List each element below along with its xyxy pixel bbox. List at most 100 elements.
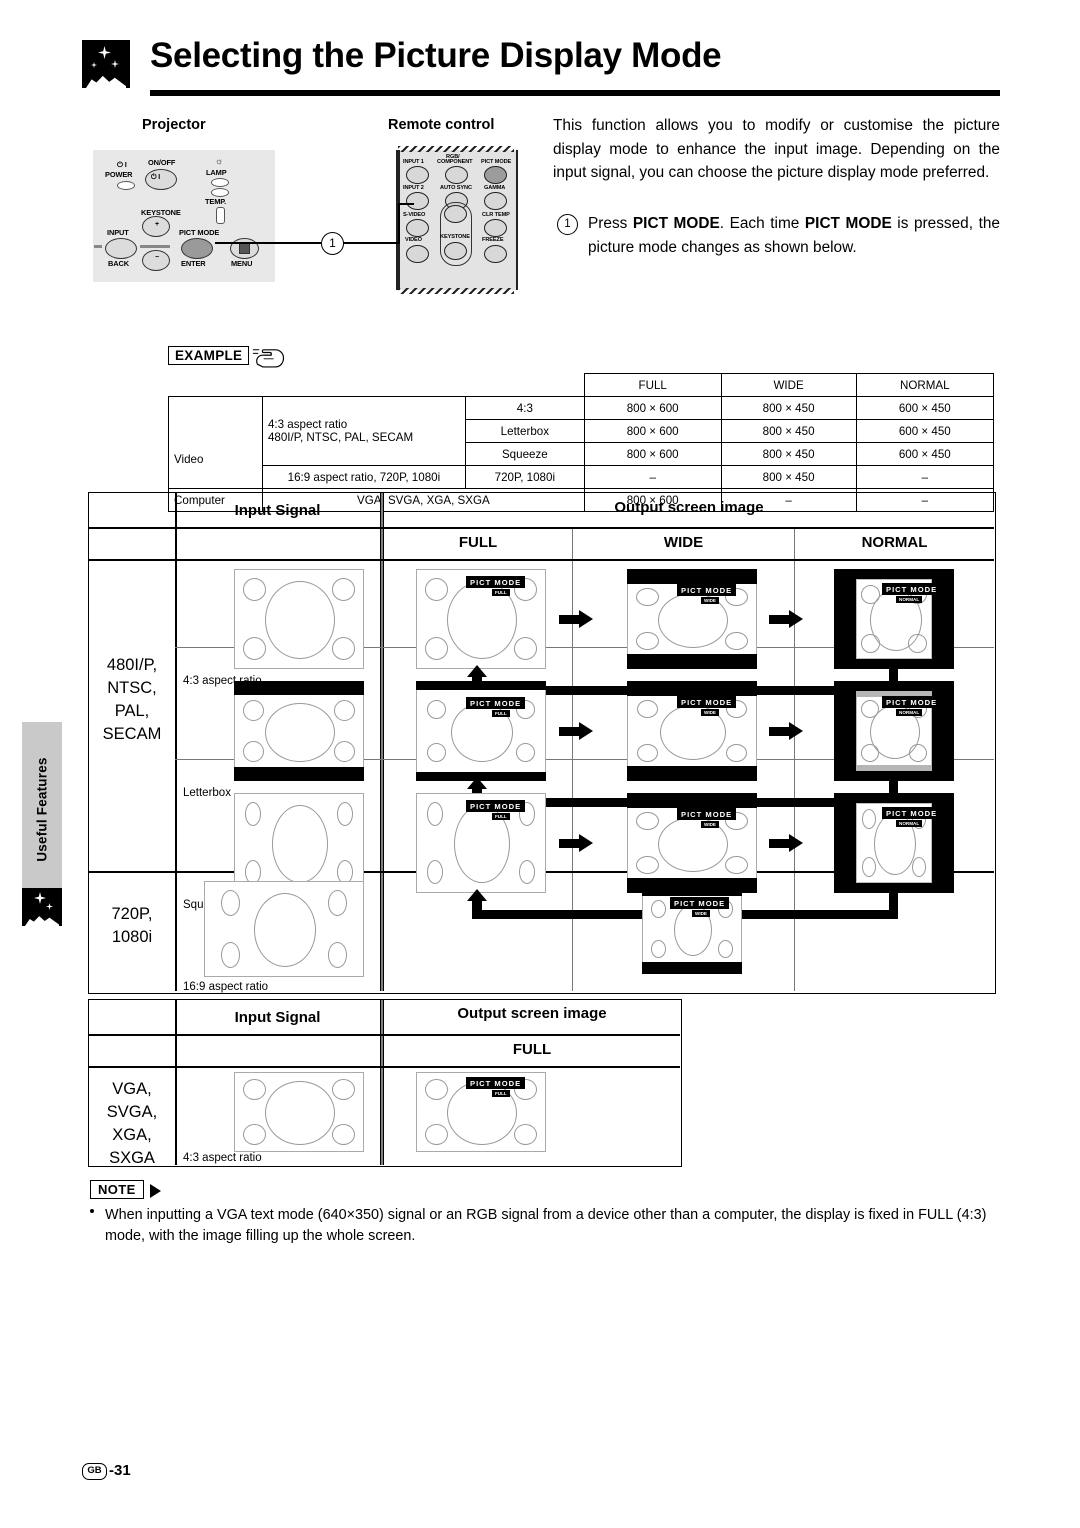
remote-input2-button[interactable] <box>406 192 429 210</box>
col-header-full: FULL <box>583 373 722 397</box>
display-mode-diagram-computer: Input Signal Output screen image FULL VG… <box>88 999 682 1167</box>
arrow-full-to-wide-3 <box>559 834 593 852</box>
remote-freeze-button[interactable] <box>484 245 507 263</box>
remote-keystone-up-button[interactable] <box>444 205 467 223</box>
note-body: When inputting a VGA text mode (640×350)… <box>105 1207 987 1244</box>
pictmode-enter-button[interactable] <box>181 238 213 259</box>
cell-wide-43: 800 × 450 <box>720 396 857 420</box>
onoff-symbol-label: ⏻ I <box>151 174 161 181</box>
diagram-mode-full: FULL <box>458 534 498 551</box>
diagram2-hrule-hdr <box>89 1034 680 1036</box>
intro-paragraph: This function allows you to modify or cu… <box>553 117 1000 181</box>
step-1-key-1: PICT MODE <box>632 215 720 232</box>
cell-signal-169: 16:9 aspect ratio, 720P, 1080i <box>261 465 466 489</box>
cell-full-720p: – <box>583 465 722 489</box>
input-back-button[interactable] <box>105 238 137 259</box>
input-screen-letterbox <box>234 681 364 781</box>
arrow-full-to-wide-1 <box>559 610 593 628</box>
step-1-pre: Press <box>588 215 633 232</box>
remote-freeze-label: FREEZE <box>482 237 504 243</box>
input-screen-43 <box>234 569 364 669</box>
output-screen-wide-720p: PICT MODE WIDE <box>642 884 742 974</box>
remote-video-button[interactable] <box>406 245 429 263</box>
display-mode-diagram: Input Signal Output screen image FULL WI… <box>88 492 996 994</box>
output-screen-full-43: PICT MODE FULL <box>416 569 546 669</box>
osd-title: PICT MODE <box>466 697 526 709</box>
diagram-output-header: Output screen image <box>614 499 764 516</box>
osd-title: PICT MODE <box>466 576 526 588</box>
remote-video-label: VIDEO <box>405 237 422 243</box>
cell-full-squeeze: 800 × 600 <box>583 442 722 466</box>
remote-rgb-component-button[interactable] <box>445 166 468 184</box>
power-symbol-label: ⏻ I <box>117 160 127 169</box>
osd-mode-full: FULL <box>492 589 510 596</box>
osd-mode-full: FULL <box>492 813 510 820</box>
cell-full-43: 800 × 600 <box>583 396 722 420</box>
page-header: Selecting the Picture Display Mode <box>82 36 1000 104</box>
remote-keystone-label: KEYSTONE <box>440 234 470 240</box>
cell-wide-letterbox: 800 × 450 <box>720 419 857 443</box>
remote-clrtemp-button[interactable] <box>484 219 507 237</box>
cell-wide-squeeze: 800 × 450 <box>720 442 857 466</box>
osd-title: PICT MODE <box>466 800 526 812</box>
temp-label: TEMP. <box>205 197 227 206</box>
diagram-mode-wide: WIDE <box>663 534 704 551</box>
caption-169: 16:9 aspect ratio <box>183 981 269 993</box>
enter-label: ENTER <box>181 259 206 268</box>
output-screen-wide-43: PICT MODE WIDE <box>627 569 757 669</box>
output-screen-normal-letterbox: PICT MODE NORMAL <box>834 681 954 781</box>
cell-normal-43: 600 × 450 <box>855 396 995 420</box>
note-arrow-icon <box>150 1184 161 1198</box>
osd-title: PICT MODE <box>882 583 942 595</box>
step-1-mid: . Each time <box>719 215 805 232</box>
cell-normal-squeeze: 600 × 450 <box>855 442 995 466</box>
osd-title: PICT MODE <box>466 1077 526 1089</box>
osd-mode-normal: NORMAL <box>896 820 923 827</box>
onoff-label: ON/OFF <box>148 158 176 167</box>
power-onoff-button[interactable] <box>145 169 177 190</box>
diagram2-input-signal-header: Input Signal <box>234 1009 321 1026</box>
output-screen-wide-squeeze: PICT MODE WIDE <box>627 793 757 893</box>
remote-keystone-down-button[interactable] <box>444 242 467 260</box>
note-label: NOTE <box>90 1180 144 1199</box>
loop-arrow-3 <box>467 889 487 911</box>
osd-title: PICT MODE <box>882 807 942 819</box>
cell-mode-43: 4:3 <box>464 396 585 420</box>
cell-mode-letterbox: Letterbox <box>464 419 585 443</box>
side-tab-label: Useful Features <box>34 757 50 862</box>
diagram-mode-normal: NORMAL <box>861 534 928 551</box>
pointing-hand-icon <box>252 349 285 368</box>
remote-clrtemp-label: CLR TEMP <box>482 212 510 218</box>
cell-signal-43: 4:3 aspect ratio <box>267 418 348 431</box>
cell-source-video: Video <box>168 396 263 489</box>
page-title: Selecting the Picture Display Mode <box>150 36 722 75</box>
signal-label-hd: 720P, 1080i <box>111 905 153 946</box>
remote-gamma-button[interactable] <box>484 192 507 210</box>
power-label: POWER <box>105 170 133 179</box>
output-screen-full-squeeze: PICT MODE FULL <box>416 793 546 893</box>
arrow-full-to-wide-2 <box>559 722 593 740</box>
osd-mode-wide: WIDE <box>701 821 719 828</box>
input-screen-169 <box>204 881 364 977</box>
back-label: BACK <box>108 259 129 268</box>
example-label: EXAMPLE <box>168 346 250 365</box>
cell-wide-720p: 800 × 450 <box>720 465 857 489</box>
remote-bottom-edge <box>398 288 514 294</box>
remote-pictmode-button[interactable] <box>484 166 507 184</box>
lamp-label: LAMP <box>206 168 227 177</box>
remote-gamma-label: GAMMA <box>484 185 506 191</box>
callout-1: 1 <box>215 203 414 275</box>
diagram2-hrule-sub <box>89 1066 680 1068</box>
col-header-normal: NORMAL <box>855 373 995 397</box>
output-screen-normal-squeeze: PICT MODE NORMAL <box>834 793 954 893</box>
col-header-wide: WIDE <box>720 373 857 397</box>
caption-letterbox: Letterbox <box>183 787 231 799</box>
signal-label-pc: VGA, SVGA, XGA, SXGA <box>106 1080 158 1167</box>
remote-input2-label: INPUT 2 <box>403 185 424 191</box>
title-underline <box>150 90 1000 96</box>
osd-title: PICT MODE <box>882 696 942 708</box>
input-label: INPUT <box>107 228 129 237</box>
remote-input1-button[interactable] <box>406 166 429 184</box>
diagram-vrule-1 <box>175 493 177 991</box>
remote-svideo-button[interactable] <box>406 219 429 237</box>
